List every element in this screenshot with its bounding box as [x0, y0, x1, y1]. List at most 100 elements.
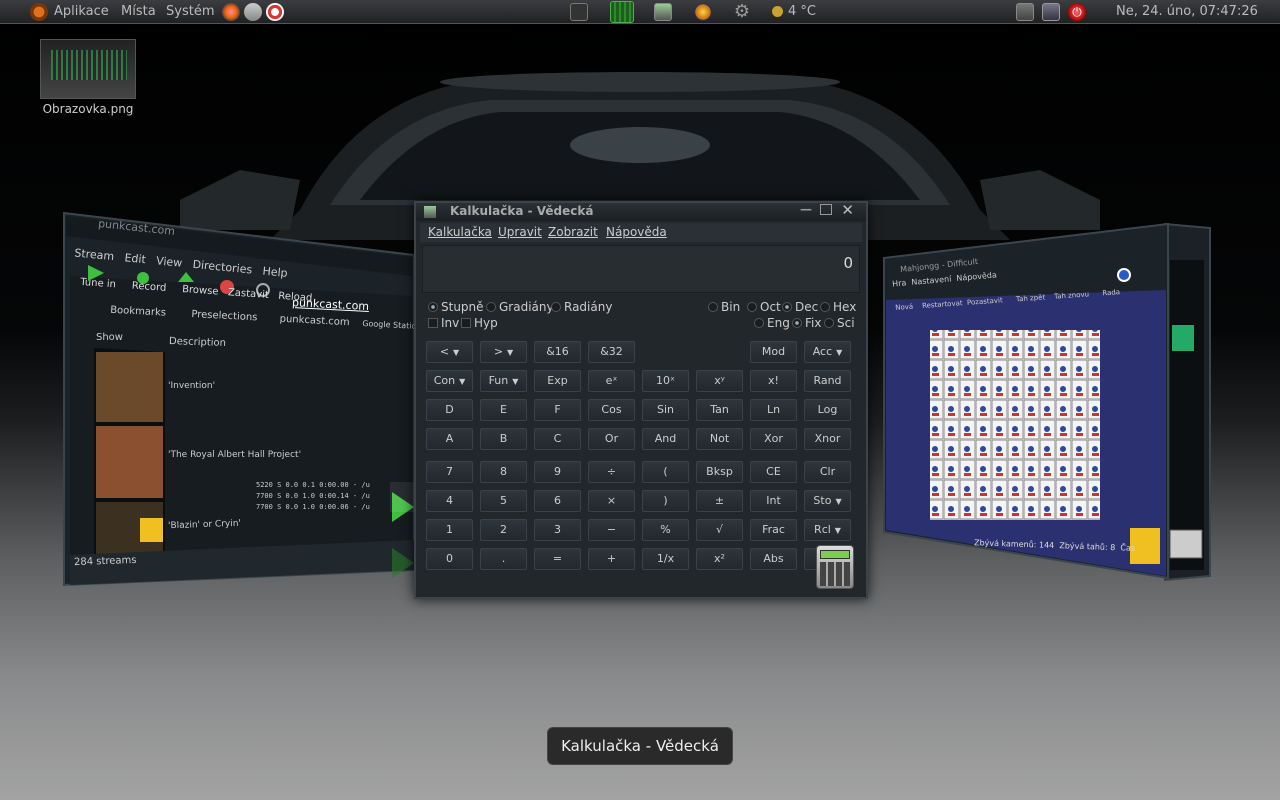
new-game-button[interactable]: Nová: [895, 303, 913, 312]
calc-key-0-1[interactable]: > ▼: [480, 341, 527, 363]
calc-key-5-4[interactable]: ): [642, 490, 689, 512]
calc-key-3-6[interactable]: Xor: [750, 428, 797, 450]
calc-key-label: Mod: [761, 345, 786, 358]
calc-key-6-3[interactable]: −: [588, 519, 635, 541]
calc-key-6-5[interactable]: √: [696, 519, 743, 541]
calc-key-label: Sto: [813, 494, 832, 507]
calc-key-5-3[interactable]: ×: [588, 490, 635, 512]
calc-key-7-2[interactable]: =: [534, 548, 581, 570]
menu-napoveda[interactable]: Nápověda: [606, 225, 667, 239]
calc-key-6-0[interactable]: 1: [426, 519, 473, 541]
menu-kalkulacka[interactable]: Kalkulačka: [428, 225, 492, 239]
menu-hra[interactable]: Hra: [892, 278, 907, 288]
chevron-down-icon: ▼: [459, 377, 466, 386]
calc-key-0-0[interactable]: < ▼: [426, 341, 473, 363]
calc-key-3-7[interactable]: Xnor: [804, 428, 851, 450]
calc-key-5-6[interactable]: Int: [750, 490, 797, 512]
calc-key-4-7[interactable]: Clr: [804, 461, 851, 483]
calc-key-2-2[interactable]: F: [534, 399, 581, 421]
calc-key-6-2[interactable]: 3: [534, 519, 581, 541]
calc-key-0-7[interactable]: Acc ▼: [804, 341, 851, 363]
calc-key-6-4[interactable]: %: [642, 519, 689, 541]
menu-upravit[interactable]: Upravit: [498, 225, 542, 239]
calc-key-label: D: [445, 403, 454, 416]
calc-key-5-2[interactable]: 6: [534, 490, 581, 512]
calc-key-2-1[interactable]: E: [480, 399, 527, 421]
calc-key-2-5[interactable]: Tan: [696, 399, 743, 421]
radio-bin[interactable]: Bin: [708, 300, 740, 314]
calc-key-1-5[interactable]: xʸ: [696, 370, 743, 392]
calc-key-2-0[interactable]: D: [426, 399, 473, 421]
calc-key-7-0[interactable]: 0: [426, 548, 473, 570]
calc-key-2-3[interactable]: Cos: [588, 399, 635, 421]
calc-key-label: (: [663, 465, 668, 478]
calc-key-5-5[interactable]: ±: [696, 490, 743, 512]
menu-zobrazit[interactable]: Zobrazit: [548, 225, 598, 239]
time-label: Čas: [1120, 543, 1136, 553]
check-inv[interactable]: Inv: [428, 316, 459, 330]
calc-key-1-0[interactable]: Con ▼: [426, 370, 473, 392]
radio-gradians[interactable]: Gradiány: [486, 300, 554, 314]
calc-key-label: Rand: [813, 374, 842, 387]
calc-key-label: Frac: [762, 523, 785, 536]
radio-dec[interactable]: Dec: [782, 300, 818, 314]
calc-key-label: Rcl: [814, 523, 831, 536]
calc-key-5-1[interactable]: 5: [480, 490, 527, 512]
calc-key-7-3[interactable]: +: [588, 548, 635, 570]
radio-radians[interactable]: Radiány: [551, 300, 612, 314]
calc-key-1-1[interactable]: Fun ▼: [480, 370, 527, 392]
calc-key-label: F: [554, 403, 561, 416]
calc-key-1-6[interactable]: x!: [750, 370, 797, 392]
calc-key-0-2[interactable]: &16: [534, 341, 581, 363]
calc-key-7-6[interactable]: Abs: [750, 548, 797, 570]
calc-key-3-0[interactable]: A: [426, 428, 473, 450]
calculator-display[interactable]: 0: [422, 245, 860, 293]
calc-key-6-6[interactable]: Frac: [750, 519, 797, 541]
radio-degrees[interactable]: Stupně: [428, 300, 484, 314]
calc-key-1-4[interactable]: 10ˣ: [642, 370, 689, 392]
calc-key-3-4[interactable]: And: [642, 428, 689, 450]
calc-key-4-6[interactable]: CE: [750, 461, 797, 483]
calc-key-7-4[interactable]: 1/x: [642, 548, 689, 570]
calc-key-3-2[interactable]: C: [534, 428, 581, 450]
calc-key-4-4[interactable]: (: [642, 461, 689, 483]
calc-key-3-3[interactable]: Or: [588, 428, 635, 450]
calc-key-6-7[interactable]: Rcl ▼: [804, 519, 851, 541]
maximize-icon[interactable]: [820, 204, 832, 215]
close-icon[interactable]: ✕: [841, 201, 854, 219]
radio-hex[interactable]: Hex: [820, 300, 856, 314]
hint-button[interactable]: Rada: [1102, 288, 1120, 297]
calculator-titlebar[interactable]: Kalkulačka - Vědecká — ✕: [416, 201, 866, 221]
calculator-window[interactable]: Kalkulačka - Vědecká — ✕ Kalkulačka Upra…: [414, 201, 868, 599]
calc-key-1-7[interactable]: Rand: [804, 370, 851, 392]
calc-key-label: 5: [500, 494, 507, 507]
check-hyp[interactable]: Hyp: [461, 316, 498, 330]
calc-key-4-5[interactable]: Bksp: [696, 461, 743, 483]
calc-key-2-4[interactable]: Sin: [642, 399, 689, 421]
calc-key-0-6[interactable]: Mod: [750, 341, 797, 363]
calc-key-7-1[interactable]: .: [480, 548, 527, 570]
calc-key-1-2[interactable]: Exp: [534, 370, 581, 392]
calc-key-1-3[interactable]: eˣ: [588, 370, 635, 392]
calc-key-3-5[interactable]: Not: [696, 428, 743, 450]
radio-sci[interactable]: Sci: [824, 316, 855, 330]
calc-key-5-0[interactable]: 4: [426, 490, 473, 512]
calc-key-4-2[interactable]: 9: [534, 461, 581, 483]
minimize-icon[interactable]: —: [800, 202, 812, 216]
calc-key-7-5[interactable]: x²: [696, 548, 743, 570]
radio-fix[interactable]: Fix: [792, 316, 821, 330]
calc-key-4-3[interactable]: ÷: [588, 461, 635, 483]
calc-key-5-7[interactable]: Sto ▼: [804, 490, 851, 512]
calc-key-label: Fun: [488, 374, 509, 387]
calc-key-2-7[interactable]: Log: [804, 399, 851, 421]
radio-oct[interactable]: Oct: [747, 300, 781, 314]
calc-key-2-6[interactable]: Ln: [750, 399, 797, 421]
calc-key-6-1[interactable]: 2: [480, 519, 527, 541]
calc-key-4-0[interactable]: 7: [426, 461, 473, 483]
calc-key-3-1[interactable]: B: [480, 428, 527, 450]
calc-key-label: B: [499, 432, 508, 445]
calc-key-4-1[interactable]: 8: [480, 461, 527, 483]
radio-icon: [782, 302, 792, 312]
radio-eng[interactable]: Eng: [754, 316, 790, 330]
calc-key-0-3[interactable]: &32: [588, 341, 635, 363]
